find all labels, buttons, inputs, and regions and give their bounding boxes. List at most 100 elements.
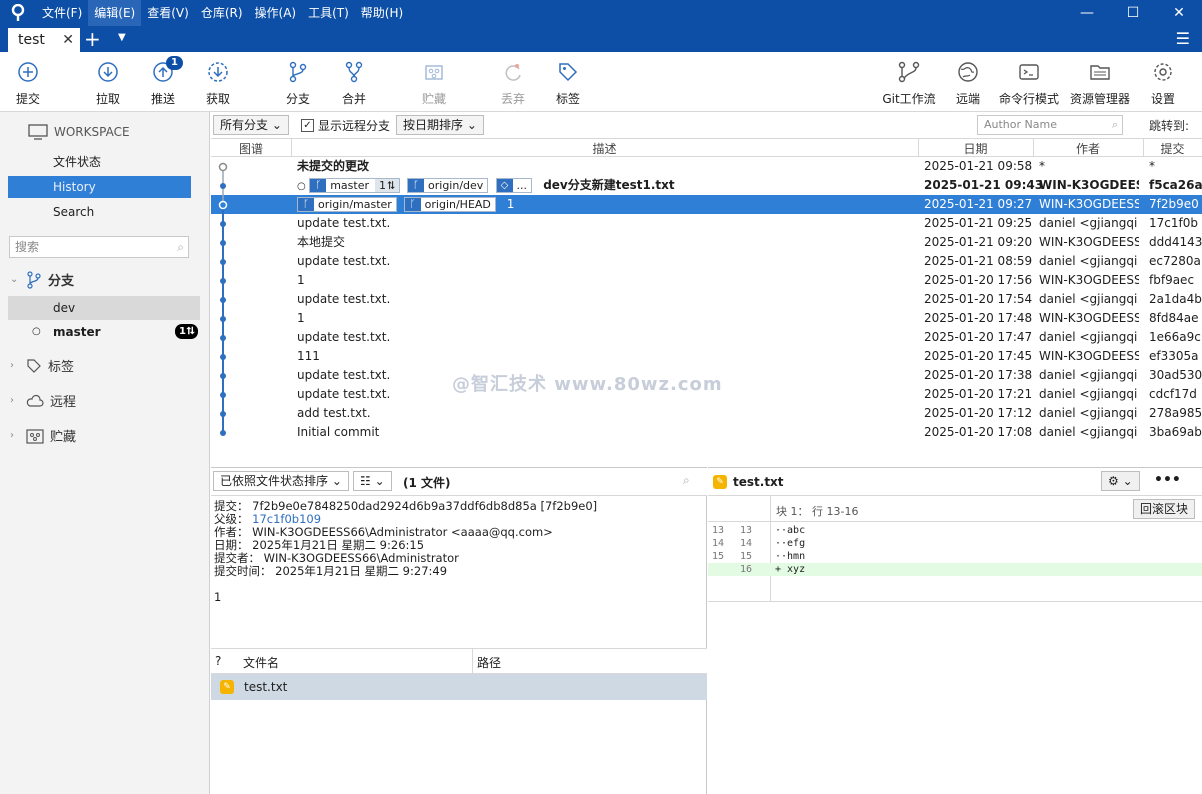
- minimize-icon[interactable]: —: [1064, 0, 1110, 26]
- branch-icon: [27, 270, 41, 289]
- tab-dropdown-icon[interactable]: ▼: [118, 32, 126, 43]
- graph-node: [220, 430, 226, 436]
- commit-button[interactable]: 提交: [14, 60, 42, 107]
- table-row[interactable]: update test.txt. 2025-01-21 08:59 daniel <…: [211, 252, 1202, 271]
- col-commit[interactable]: 提交: [1143, 140, 1202, 157]
- ref-origin-head[interactable]: ᚴ origin/HEAD: [403, 197, 496, 212]
- branch-ref-icon: ᚴ: [298, 198, 314, 211]
- sidebar-search-input[interactable]: 搜索 ⌕: [9, 236, 189, 258]
- search-icon[interactable]: ⌕: [683, 473, 690, 488]
- branch-button[interactable]: 分支: [284, 60, 312, 107]
- more-options-icon[interactable]: •••: [1154, 472, 1181, 488]
- cloud-icon: [26, 394, 44, 407]
- maximize-icon[interactable]: ☐: [1110, 0, 1156, 26]
- branch-ref-icon: ᚴ: [408, 179, 425, 192]
- graph-node: [220, 221, 226, 227]
- table-row[interactable]: update test.txt. 2025-01-21 09:25 daniel <…: [211, 214, 1202, 233]
- sidebar-group-remotes[interactable]: › 远程: [10, 391, 76, 410]
- menu-tools[interactable]: 工具(T): [302, 0, 355, 26]
- file-row[interactable]: ✎ test.txt: [211, 674, 707, 700]
- menu-bar: 文件(F) 编辑(E) 查看(V) 仓库(R) 操作(A) 工具(T) 帮助(H…: [36, 0, 409, 26]
- ref-origin-master[interactable]: ᚴ origin/master: [297, 197, 397, 212]
- settings-button[interactable]: 设置: [1150, 60, 1176, 107]
- show-remote-checkbox[interactable]: ✓ 显示远程分支: [301, 117, 390, 134]
- gitflow-button[interactable]: Git工作流: [882, 60, 936, 107]
- jump-to-label[interactable]: 跳转到:: [1149, 117, 1189, 134]
- diff-options-dropdown[interactable]: ⚙ ⌄: [1101, 471, 1140, 491]
- branch-item-master[interactable]: ○ master 1⮁: [8, 320, 200, 344]
- discard-button[interactable]: 丢弃: [499, 60, 527, 107]
- menu-edit[interactable]: 编辑(E): [88, 0, 142, 26]
- col-author[interactable]: 作者: [1033, 140, 1143, 157]
- col-graph[interactable]: 图谱: [211, 140, 291, 157]
- ref-tag[interactable]: ◇...: [495, 178, 532, 193]
- chevron-right-icon: ›: [10, 430, 14, 441]
- col-desc[interactable]: 描述: [291, 140, 918, 157]
- table-row[interactable]: add test.txt. 2025-01-20 17:12 daniel <gji…: [211, 404, 1202, 423]
- push-button[interactable]: 1 推送: [148, 56, 183, 107]
- fetch-button[interactable]: 获取: [204, 60, 232, 107]
- merge-button[interactable]: 合并: [340, 60, 368, 107]
- globe-icon: [954, 60, 982, 84]
- col-filename[interactable]: 文件名: [243, 654, 279, 671]
- folder-icon: [1069, 60, 1131, 84]
- parent-commit-link[interactable]: 17c1f0b109: [252, 512, 321, 526]
- menu-help[interactable]: 帮助(H): [355, 0, 409, 26]
- menu-repo[interactable]: 仓库(R): [195, 0, 249, 26]
- close-window-icon[interactable]: ✕: [1156, 0, 1202, 26]
- graph-node: [220, 392, 226, 398]
- author-filter-input[interactable]: Author Name ⌕: [977, 115, 1123, 135]
- ref-master[interactable]: ᚴ master 1⮁: [309, 178, 400, 193]
- modified-file-icon: ✎: [713, 475, 727, 489]
- graph-node-selected: [218, 200, 228, 210]
- sidebar-group-tags[interactable]: › 标签: [10, 356, 74, 375]
- sort-dropdown[interactable]: 按日期排序 ⌄: [396, 115, 484, 135]
- table-row-selected[interactable]: ᚴ origin/master ᚴ origin/HEAD 1 2025-01-21…: [211, 195, 1202, 214]
- sidebar-item-file-status[interactable]: 文件状态: [8, 151, 191, 173]
- graph-node: [220, 316, 226, 322]
- ref-origin-dev[interactable]: ᚴ origin/dev: [407, 178, 489, 193]
- table-row[interactable]: 1 2025-01-20 17:56 WIN-K3OGDEESS fbf9aec: [211, 271, 1202, 290]
- menu-action[interactable]: 操作(A): [249, 0, 303, 26]
- stash-button[interactable]: 贮藏: [420, 60, 448, 107]
- table-row[interactable]: 1 2025-01-20 17:48 WIN-K3OGDEESS 8fd84ae: [211, 309, 1202, 328]
- close-tab-icon[interactable]: ✕: [62, 32, 74, 48]
- branch-filter-dropdown[interactable]: 所有分支 ⌄: [213, 115, 289, 135]
- terminal-button[interactable]: 命令行模式: [998, 60, 1060, 107]
- col-path[interactable]: 路径: [477, 654, 501, 671]
- col-status[interactable]: ?: [215, 654, 221, 668]
- new-tab-icon[interactable]: +: [84, 28, 101, 50]
- search-icon: ⌕: [1111, 118, 1118, 131]
- diff-panel: ✎ test.txt ⚙ ⌄ ••• 块 1： 行 13-16 回滚区块 13 1…: [708, 467, 1202, 794]
- col-date[interactable]: 日期: [918, 140, 1033, 157]
- tab-test[interactable]: test ✕: [8, 28, 80, 52]
- stash-icon: [420, 60, 448, 84]
- pull-button[interactable]: 拉取: [94, 60, 122, 107]
- table-row[interactable]: ○ ᚴ master 1⮁ ᚴ origin/dev ◇... dev分支新建test…: [211, 176, 1202, 195]
- table-row[interactable]: Initial commit 2025-01-20 17:08 daniel <gj…: [211, 423, 1202, 442]
- revert-hunk-button[interactable]: 回滚区块: [1133, 499, 1196, 519]
- table-row[interactable]: update test.txt. 2025-01-20 17:47 daniel <…: [211, 328, 1202, 347]
- sidebar-item-search[interactable]: Search: [8, 201, 191, 223]
- table-row[interactable]: 未提交的更改 2025-01-21 09:58 * *: [211, 157, 1202, 176]
- tab-bar: test ✕ + ▼ ☰: [0, 26, 1202, 52]
- sidebar-group-branches[interactable]: ⌄ 分支: [10, 270, 74, 289]
- diff-file-name: test.txt: [733, 475, 784, 489]
- menu-view[interactable]: 查看(V): [141, 0, 195, 26]
- file-sort-dropdown[interactable]: 已依照文件状态排序 ⌄: [213, 471, 349, 491]
- sidebar-item-history[interactable]: History: [8, 176, 191, 198]
- view-mode-dropdown[interactable]: ☷ ⌄: [353, 471, 392, 491]
- explorer-button[interactable]: 资源管理器: [1069, 60, 1131, 107]
- table-row[interactable]: 111 2025-01-20 17:45 WIN-K3OGDEESS ef3305a: [211, 347, 1202, 366]
- menu-file[interactable]: 文件(F): [36, 0, 88, 26]
- column-header: 图谱 描述 日期 作者 提交: [211, 138, 1202, 157]
- hamburger-menu-icon[interactable]: ☰: [1176, 29, 1190, 48]
- chevron-right-icon: ›: [10, 395, 14, 406]
- tag-button[interactable]: 标签: [554, 60, 582, 107]
- remote-button[interactable]: 远端: [954, 60, 982, 107]
- branch-item-dev[interactable]: dev: [8, 296, 200, 320]
- fetch-icon: [204, 60, 232, 84]
- sidebar-group-stashes[interactable]: › 贮藏: [10, 426, 76, 445]
- table-row[interactable]: update test.txt. 2025-01-20 17:54 daniel <…: [211, 290, 1202, 309]
- table-row[interactable]: 本地提交 2025-01-21 09:20 WIN-K3OGDEESS ddd4143: [211, 233, 1202, 252]
